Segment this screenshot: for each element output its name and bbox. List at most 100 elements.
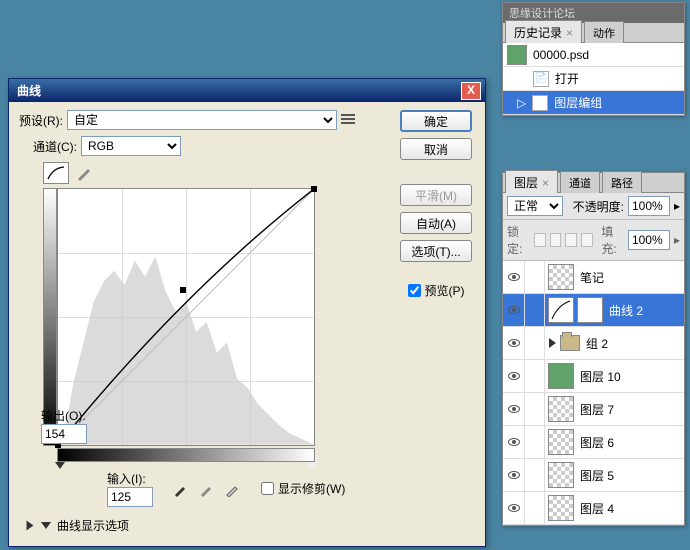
visibility-toggle[interactable]	[503, 327, 525, 359]
show-clipping-checkbox[interactable]: 显示修剪(W)	[261, 480, 345, 497]
gray-eyedropper-icon[interactable]	[199, 481, 215, 497]
layers-panel: 图层× 通道 路径 正常 不透明度: ▸ 锁定: 填充: ▸ 笔记曲线 2组 2…	[502, 172, 685, 526]
layer-name: 图层 10	[580, 368, 621, 385]
link-col[interactable]	[525, 393, 545, 425]
history-item[interactable]: ▷ ▦ 图层编组	[503, 91, 684, 115]
layer-row[interactable]: 曲线 2	[503, 294, 684, 327]
layer-row[interactable]: 图层 5	[503, 459, 684, 492]
layer-row[interactable]: 图层 7	[503, 393, 684, 426]
tab-channels[interactable]: 通道	[560, 171, 600, 193]
input-input[interactable]	[107, 487, 153, 507]
visibility-toggle[interactable]	[503, 426, 525, 458]
options-button[interactable]: 选项(T)...	[400, 240, 472, 262]
curve-point[interactable]	[311, 186, 317, 192]
visibility-toggle[interactable]	[503, 294, 525, 326]
preset-label: 预设(R):	[19, 112, 63, 129]
auto-button[interactable]: 自动(A)	[400, 212, 472, 234]
opacity-input[interactable]	[628, 196, 670, 216]
layer-name: 图层 7	[580, 401, 614, 418]
white-eyedropper-icon[interactable]	[225, 481, 241, 497]
visibility-toggle[interactable]	[503, 261, 525, 293]
layer-name: 图层 5	[580, 467, 614, 484]
eye-icon	[508, 438, 520, 446]
curves-graph[interactable]	[57, 188, 315, 446]
preview-input[interactable]	[408, 284, 421, 297]
lock-all-icon[interactable]	[581, 233, 593, 247]
layer-thumb	[548, 297, 574, 323]
lock-transparency-icon[interactable]	[534, 233, 546, 247]
chevron-down-icon[interactable]: ▸	[674, 233, 680, 247]
eye-icon	[508, 306, 520, 314]
visibility-toggle[interactable]	[503, 360, 525, 392]
black-eyedropper-icon[interactable]	[173, 481, 189, 497]
show-clipping-input[interactable]	[261, 482, 274, 495]
white-point-slider[interactable]	[307, 462, 317, 469]
tab-label: 历史记录	[514, 26, 562, 40]
pencil-tool-icon[interactable]	[71, 162, 97, 184]
output-input[interactable]	[41, 424, 87, 444]
expand-icon[interactable]	[27, 521, 34, 531]
dialog-title: 曲线	[13, 82, 461, 99]
link-col[interactable]	[525, 261, 545, 293]
layer-row[interactable]: 图层 4	[503, 492, 684, 525]
history-item[interactable]: 📄 打开	[503, 67, 684, 91]
layer-thumb	[548, 462, 574, 488]
tab-actions[interactable]: 动作	[584, 21, 624, 43]
curve-point[interactable]	[180, 287, 186, 293]
history-file-row[interactable]: 00000.psd	[503, 43, 684, 67]
eye-icon	[508, 372, 520, 380]
curve-line	[58, 189, 314, 445]
tab-paths[interactable]: 路径	[602, 171, 642, 193]
link-col[interactable]	[525, 327, 545, 359]
link-col[interactable]	[525, 426, 545, 458]
lock-position-icon[interactable]	[565, 233, 577, 247]
channel-label: 通道(C):	[33, 138, 77, 155]
layer-name: 曲线 2	[609, 302, 643, 319]
input-gradient	[57, 448, 315, 462]
preset-menu-icon[interactable]	[341, 112, 357, 128]
layers-tabs: 图层× 通道 路径	[503, 173, 684, 193]
expand-label[interactable]: 曲线显示选项	[57, 517, 129, 534]
close-button[interactable]: X	[461, 82, 481, 100]
black-point-slider[interactable]	[55, 462, 65, 469]
visibility-toggle[interactable]	[503, 393, 525, 425]
link-col[interactable]	[525, 459, 545, 491]
lock-label: 锁定:	[507, 223, 530, 257]
tab-history[interactable]: 历史记录 ×	[505, 20, 582, 43]
titlebar[interactable]: 曲线 X	[9, 79, 485, 102]
chevron-down-icon[interactable]: ▸	[674, 199, 680, 213]
layer-row[interactable]: 组 2	[503, 327, 684, 360]
close-icon[interactable]: ×	[542, 176, 549, 190]
layer-thumb	[548, 396, 574, 422]
blend-mode-select[interactable]: 正常	[507, 196, 563, 216]
group-icon: ▦	[532, 95, 548, 111]
lock-pixels-icon[interactable]	[550, 233, 562, 247]
layer-mask[interactable]	[577, 297, 603, 323]
tab-layers[interactable]: 图层×	[505, 170, 558, 193]
ok-button[interactable]: 确定	[400, 110, 472, 132]
eye-icon	[508, 405, 520, 413]
history-item-label: 图层编组	[554, 94, 602, 111]
link-col[interactable]	[525, 360, 545, 392]
layer-row[interactable]: 笔记	[503, 261, 684, 294]
visibility-toggle[interactable]	[503, 492, 525, 524]
eye-icon	[508, 504, 520, 512]
visibility-toggle[interactable]	[503, 459, 525, 491]
fill-input[interactable]	[628, 230, 670, 250]
curve-tool-icon[interactable]	[43, 162, 69, 184]
link-col[interactable]	[525, 492, 545, 524]
expand-icon[interactable]	[549, 338, 556, 348]
layer-row[interactable]: 图层 6	[503, 426, 684, 459]
preview-checkbox[interactable]: 预览(P)	[408, 282, 465, 299]
link-col[interactable]	[525, 294, 545, 326]
curves-dialog: 曲线 X 预设(R): 自定 通道(C): RGB	[8, 78, 486, 547]
close-icon[interactable]: ×	[566, 26, 573, 40]
layer-row[interactable]: 图层 10	[503, 360, 684, 393]
channel-select[interactable]: RGB	[81, 136, 181, 156]
cancel-button[interactable]: 取消	[400, 138, 472, 160]
layer-name: 组 2	[586, 335, 608, 352]
fill-label: 填充:	[601, 223, 624, 257]
preset-select[interactable]: 自定	[67, 110, 337, 130]
expand-icon[interactable]	[41, 522, 51, 529]
open-icon: 📄	[533, 71, 549, 87]
